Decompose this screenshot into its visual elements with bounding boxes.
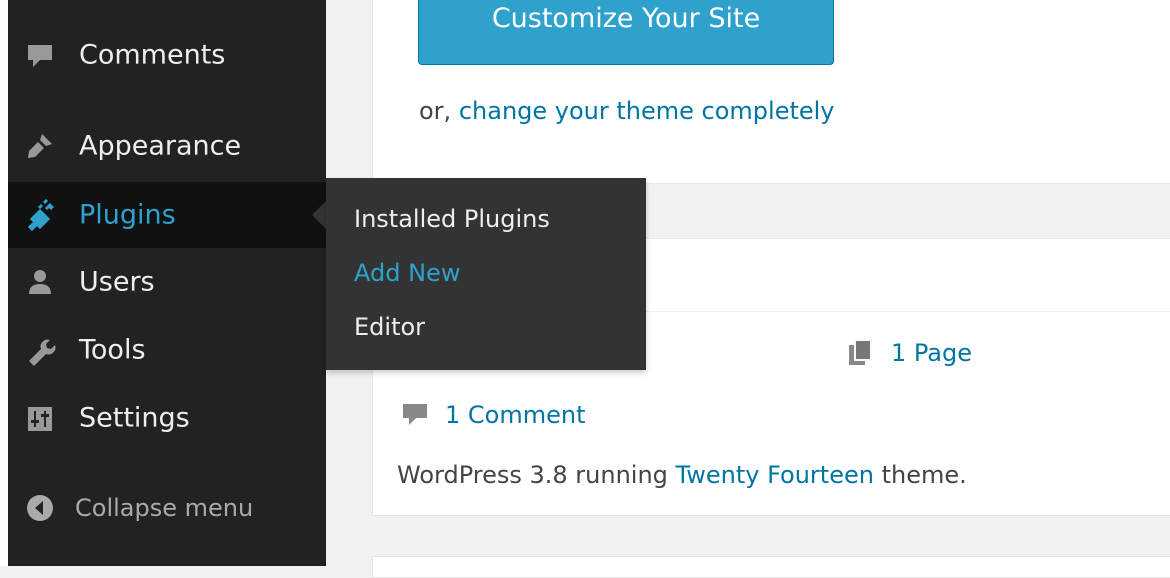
submenu-add-new[interactable]: Add New — [354, 259, 460, 287]
menu-item-comments[interactable]: Comments — [8, 25, 326, 85]
collapse-menu-label: Collapse menu — [75, 494, 254, 522]
version-prefix: WordPress 3.8 running — [397, 461, 668, 489]
flyout-pointer — [312, 201, 326, 229]
window-edge — [0, 0, 8, 566]
paintbrush-icon — [24, 130, 56, 162]
comment-icon — [24, 39, 56, 71]
collapse-menu-button[interactable]: Collapse menu — [8, 478, 326, 538]
version-suffix: theme. — [881, 461, 967, 489]
plugins-submenu: Installed Plugins Add New Editor — [326, 178, 646, 370]
menu-item-label: Plugins — [79, 199, 176, 231]
submenu-editor[interactable]: Editor — [354, 313, 425, 341]
user-icon — [24, 266, 56, 298]
menu-item-label: Tools — [79, 334, 146, 366]
pages-count[interactable]: 1 Page — [847, 339, 972, 367]
submenu-installed-plugins[interactable]: Installed Plugins — [354, 205, 550, 233]
menu-item-appearance[interactable]: Appearance — [8, 116, 326, 176]
menu-item-label: Appearance — [79, 130, 242, 162]
plug-icon — [24, 199, 56, 231]
collapse-arrow-icon — [24, 492, 56, 524]
welcome-panel: Customize Your Site or, change your them… — [372, 0, 1170, 184]
menu-item-label: Users — [79, 266, 155, 298]
change-theme-line: or, change your theme completely — [419, 97, 835, 125]
next-panel — [372, 556, 1170, 578]
menu-item-tools[interactable]: Tools — [8, 320, 326, 380]
wrench-icon — [24, 334, 56, 366]
comment-icon — [401, 401, 429, 429]
or-text: or, — [419, 97, 452, 125]
menu-item-label: Comments — [79, 39, 226, 71]
theme-link[interactable]: Twenty Fourteen — [676, 461, 874, 489]
menu-item-label: Settings — [79, 402, 190, 434]
menu-item-settings[interactable]: Settings — [8, 388, 326, 448]
admin-sidebar: Comments Appearance Plugins Users Tools … — [8, 0, 326, 566]
customize-site-button[interactable]: Customize Your Site — [418, 0, 834, 65]
change-theme-link[interactable]: change your theme completely — [459, 97, 835, 125]
comments-count-link[interactable]: 1 Comment — [445, 401, 585, 429]
version-info: WordPress 3.8 running Twenty Fourteen th… — [397, 461, 967, 489]
pages-icon — [847, 339, 875, 367]
pages-count-link[interactable]: 1 Page — [891, 339, 972, 367]
settings-icon — [24, 402, 56, 434]
menu-item-users[interactable]: Users — [8, 252, 326, 312]
comments-count[interactable]: 1 Comment — [401, 401, 585, 429]
menu-item-plugins[interactable]: Plugins — [8, 182, 326, 248]
